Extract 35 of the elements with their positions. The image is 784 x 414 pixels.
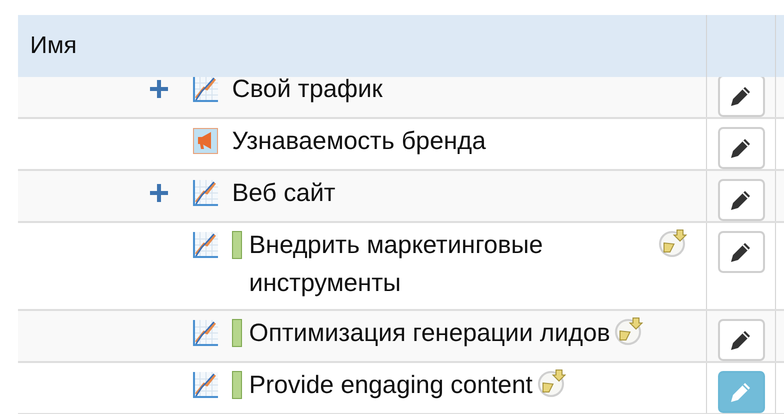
plus-icon[interactable] — [149, 183, 169, 203]
status-icon — [658, 228, 688, 258]
item-name: Свой трафик — [232, 77, 383, 105]
chart-icon — [193, 320, 218, 346]
edit-button[interactable] — [718, 77, 764, 117]
megaphone-icon — [193, 128, 218, 154]
pencil-icon — [730, 85, 752, 107]
status-icon — [536, 368, 567, 398]
edit-button[interactable] — [718, 127, 764, 169]
plus-icon[interactable] — [149, 79, 169, 99]
table-row[interactable]: Provide engaging content — [18, 363, 784, 414]
pencil-icon — [730, 329, 752, 351]
chart-icon — [193, 180, 218, 206]
edit-button[interactable] — [718, 319, 764, 361]
pencil-icon — [730, 137, 752, 159]
item-name: Веб сайт — [232, 178, 336, 209]
chart-icon — [193, 372, 218, 398]
item-name: Оптимизация генерации лидов — [249, 318, 610, 349]
table-row[interactable]: Внедрить маркетинговые инструменты — [18, 223, 784, 311]
pencil-icon — [730, 241, 752, 263]
table-row[interactable]: Узнаваемость бренда — [18, 119, 784, 171]
column-header[interactable]: Имя — [18, 15, 707, 77]
edit-button[interactable] — [718, 231, 764, 273]
pencil-icon — [730, 189, 752, 211]
table-row[interactable]: Оптимизация генерации лидов — [18, 311, 784, 363]
chart-icon — [193, 77, 218, 102]
chart-icon — [193, 232, 218, 258]
item-name: Внедрить маркетинговые инструменты — [249, 230, 544, 299]
edit-button[interactable] — [718, 179, 764, 221]
pencil-icon — [730, 381, 752, 403]
status-icon — [614, 316, 644, 346]
item-name: Provide engaging content — [249, 370, 533, 401]
table-row[interactable]: Свой трафик — [18, 77, 784, 119]
table-row[interactable]: Веб сайт — [18, 171, 784, 223]
item-name: Узнаваемость бренда — [232, 126, 486, 157]
